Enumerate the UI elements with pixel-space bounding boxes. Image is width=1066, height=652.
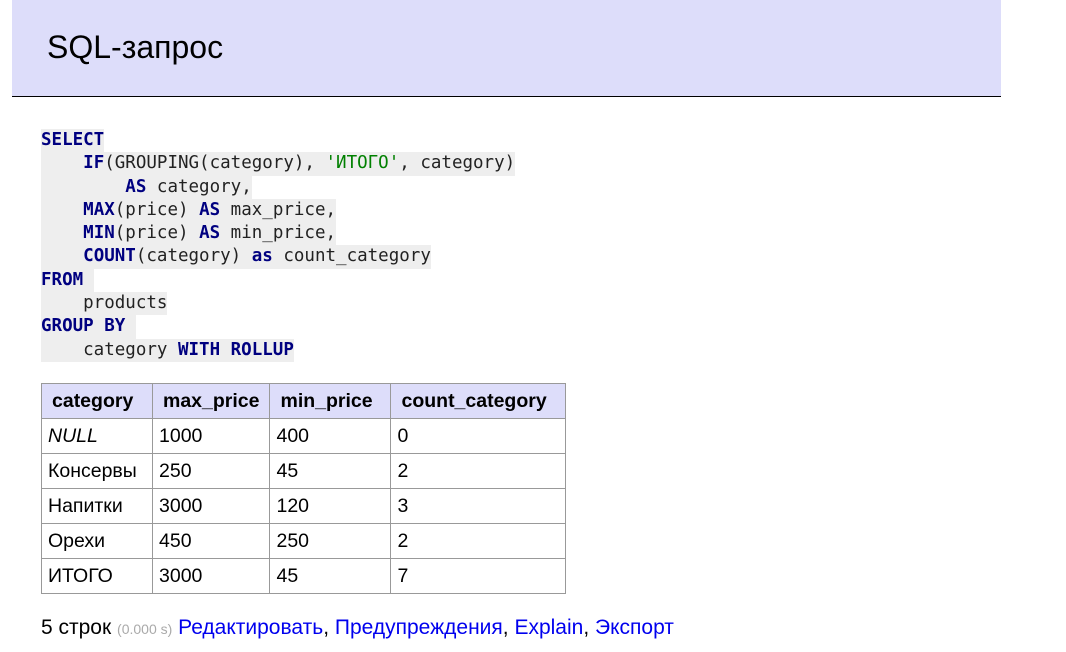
table-row: ИТОГО 3000 45 7: [41, 558, 567, 594]
sql-text: (GROUPING(category),: [104, 153, 326, 174]
sql-keyword: AS: [125, 176, 147, 197]
table-cell: 3000: [151, 488, 271, 524]
explain-link[interactable]: Explain: [514, 616, 583, 639]
table-cell: 1000: [151, 418, 271, 454]
sql-line: COUNT(category) as count_category: [41, 245, 431, 269]
table-cell: 45: [269, 558, 392, 594]
table-row: Напитки 3000 120 3: [41, 488, 567, 524]
separator: ,: [323, 616, 335, 639]
table-cell: 250: [151, 453, 271, 489]
query-time: (0.000 s): [117, 621, 173, 637]
sql-keyword: WITH ROLLUP: [177, 339, 294, 360]
page-header: SQL-запрос: [12, 0, 1001, 97]
result-footer: 5 строк (0.000 s) Редактировать, Предупр…: [41, 615, 674, 642]
page-title: SQL-запрос: [47, 29, 224, 65]
sql-line: category WITH ROLLUP: [41, 338, 294, 362]
rows-count: 5 строк: [41, 616, 112, 639]
sql-text: (price): [114, 223, 200, 244]
table-cell: Орехи: [41, 523, 153, 559]
sql-line: SELECT: [41, 129, 105, 153]
separator: ,: [502, 616, 515, 639]
table-cell: 120: [269, 488, 392, 524]
table-row: NULL 1000 400 0: [41, 418, 567, 454]
sql-text: min_price,: [220, 223, 337, 244]
table-cell: Консервы: [41, 453, 153, 489]
sql-query-code: SELECT IF(GROUPING(category), 'ИТОГО', c…: [41, 129, 516, 362]
table-header-row: category max_price min_price count_categ…: [41, 383, 567, 419]
sql-keyword: AS: [199, 199, 221, 220]
table-cell: 7: [390, 558, 567, 594]
sql-text: (price): [114, 199, 200, 220]
table-cell: 450: [151, 523, 271, 559]
table-row: Орехи 450 250 2: [41, 523, 567, 559]
sql-line: MIN(price) AS min_price,: [41, 222, 337, 246]
sql-keyword: MAX: [83, 199, 115, 220]
column-header-category: category: [41, 383, 153, 419]
sql-keyword: AS: [199, 223, 221, 244]
warnings-link[interactable]: Предупреждения: [335, 616, 503, 639]
table-cell: 0: [390, 418, 567, 454]
sql-text: (category): [135, 246, 252, 267]
table-cell: 3: [390, 488, 567, 524]
sql-line: MAX(price) AS max_price,: [41, 198, 337, 223]
sql-line: IF(GROUPING(category), 'ИТОГО', category…: [41, 152, 516, 176]
sql-keyword: FROM: [41, 269, 84, 290]
table-cell: 250: [269, 523, 392, 559]
sql-line: FROM: [41, 268, 94, 293]
result-table: category max_price min_price count_categ…: [41, 383, 567, 594]
edit-link[interactable]: Редактировать: [178, 616, 323, 639]
table-cell: NULL: [41, 418, 153, 454]
table-row: Консервы 250 45 2: [41, 453, 567, 489]
table-cell: 45: [269, 453, 392, 489]
sql-keyword: MIN: [83, 223, 115, 244]
sql-keyword: IF: [83, 153, 105, 174]
sql-string: 'ИТОГО': [325, 153, 400, 174]
sql-keyword: GROUP BY: [41, 316, 126, 337]
sql-text: count_category: [272, 246, 431, 267]
sql-text: category: [41, 339, 178, 360]
sql-text: , category): [399, 153, 516, 174]
separator: ,: [583, 616, 596, 639]
table-cell: 3000: [151, 558, 271, 594]
column-header-max-price: max_price: [151, 383, 271, 419]
table-cell: 400: [269, 418, 392, 454]
sql-keyword: SELECT: [41, 130, 105, 150]
sql-line: products: [41, 292, 168, 316]
sql-keyword: COUNT: [83, 246, 136, 267]
sql-keyword: as: [251, 246, 273, 267]
export-link[interactable]: Экспорт: [595, 616, 674, 639]
sql-text: category,: [146, 176, 252, 197]
sql-line: AS category,: [41, 175, 252, 199]
table-cell: 2: [390, 523, 567, 559]
column-header-count-category: count_category: [390, 383, 567, 419]
table-cell: 2: [390, 453, 567, 489]
sql-text: max_price,: [220, 199, 337, 220]
table-cell: Напитки: [41, 488, 153, 524]
table-cell: ИТОГО: [41, 558, 153, 594]
sql-text: products: [41, 293, 168, 314]
sql-line: GROUP BY: [41, 315, 136, 339]
column-header-min-price: min_price: [269, 383, 392, 419]
